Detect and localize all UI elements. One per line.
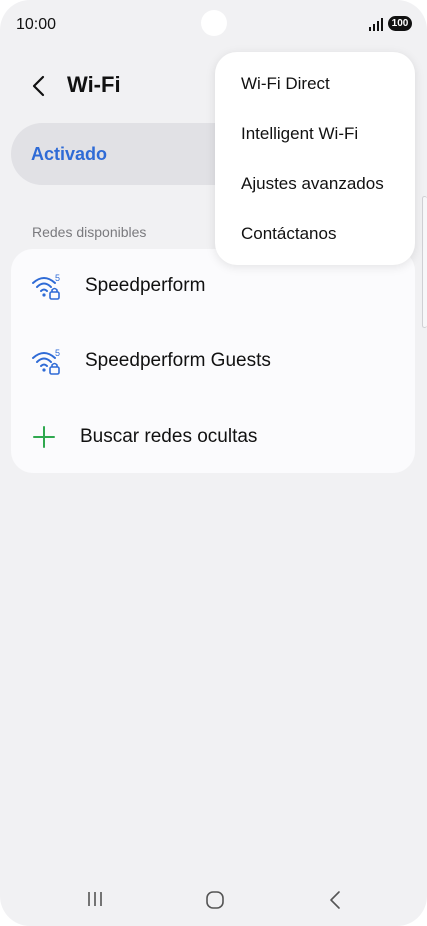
- menu-item-wifi-direct[interactable]: Wi-Fi Direct: [241, 74, 330, 94]
- network-item-speedperform-guests[interactable]: 5 Speedperform Guests: [11, 330, 415, 392]
- section-label: Redes disponibles: [32, 224, 147, 240]
- hidden-networks-button[interactable]: Buscar redes ocultas: [11, 406, 415, 468]
- battery-icon: 100: [388, 16, 412, 31]
- plus-icon: [33, 426, 55, 448]
- navigation-bar: [0, 876, 427, 926]
- svg-text:5: 5: [55, 273, 60, 283]
- overflow-menu: Wi-Fi Direct Intelligent Wi-Fi Ajustes a…: [215, 52, 415, 265]
- menu-item-intelligent-wifi[interactable]: Intelligent Wi-Fi: [241, 124, 358, 144]
- networks-list: 5 Speedperform 5 Speedperform Guests Bus…: [11, 249, 415, 473]
- back-icon[interactable]: [328, 890, 342, 910]
- chevron-left-icon[interactable]: [28, 74, 50, 98]
- signal-icon: [369, 18, 383, 31]
- camera-cutout: [201, 10, 227, 36]
- wifi-5ghz-locked-icon: 5: [32, 273, 60, 300]
- wifi-5ghz-locked-icon: 5: [32, 348, 60, 375]
- hidden-networks-label: Buscar redes ocultas: [80, 426, 258, 447]
- home-icon[interactable]: [205, 890, 225, 910]
- menu-item-advanced-settings[interactable]: Ajustes avanzados: [241, 174, 384, 194]
- network-name: Speedperform: [85, 275, 206, 296]
- status-bar: 10:00 100: [0, 0, 427, 50]
- wifi-status-label: Activado: [31, 144, 108, 164]
- svg-text:5: 5: [55, 348, 60, 358]
- recent-apps-icon[interactable]: [86, 890, 104, 908]
- phone-screen: 10:00 100 Wi-Fi Activado Redes disponibl…: [0, 0, 427, 926]
- status-time: 10:00: [16, 16, 57, 33]
- page-title: Wi-Fi: [67, 72, 121, 97]
- network-name: Speedperform Guests: [85, 350, 271, 371]
- scroll-indicator[interactable]: [422, 196, 427, 328]
- menu-item-contact-us[interactable]: Contáctanos: [241, 224, 336, 244]
